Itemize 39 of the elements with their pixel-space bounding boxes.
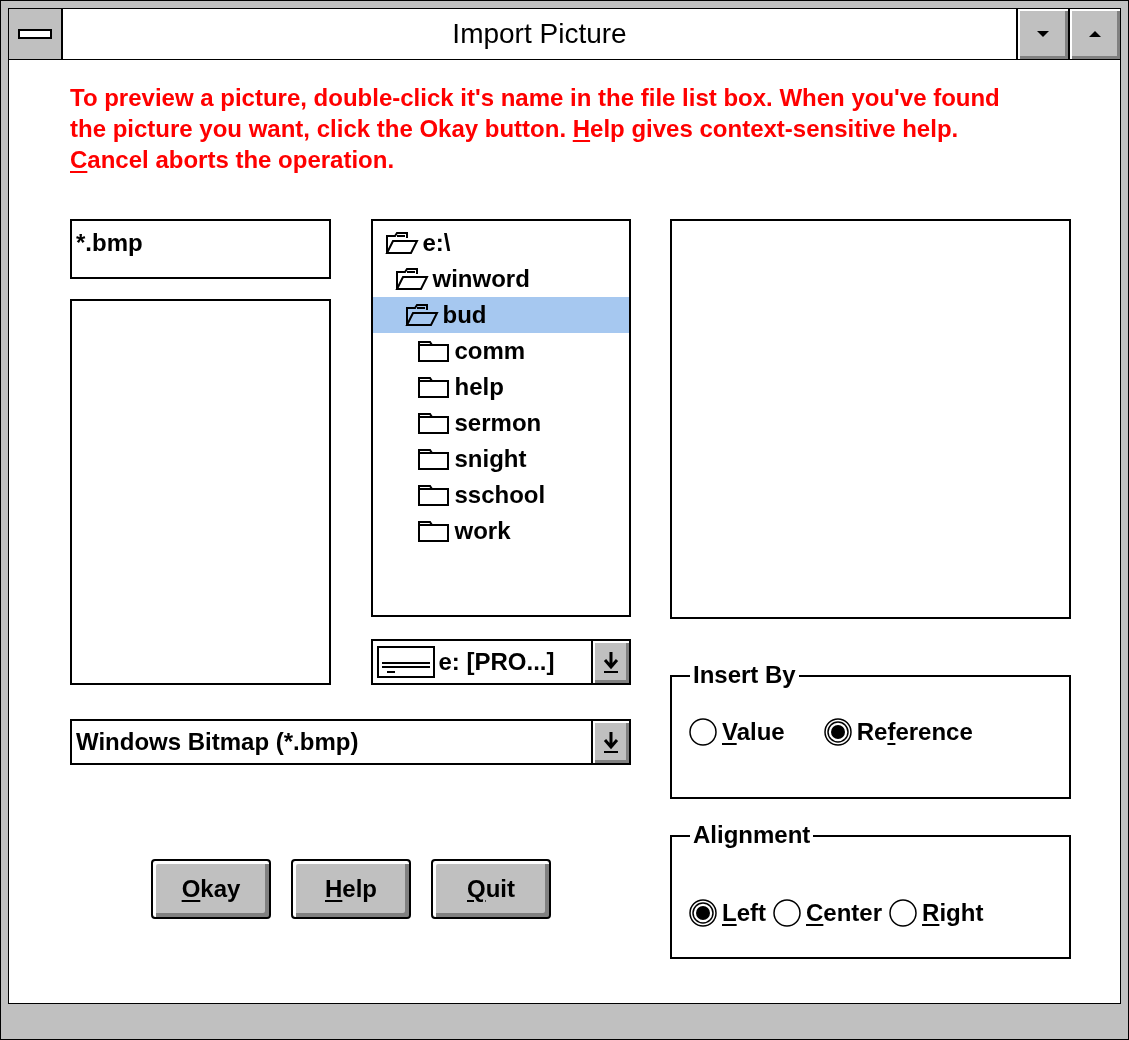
- instructions-text: To preview a picture, double-click it's name in the file list box. When you've found the picture you want, click the Okay button. Help gives context-sensitive help. Cancel aborts the operation.: [70, 83, 1001, 175]
- directory-item[interactable]: work: [372, 513, 629, 549]
- directory-item[interactable]: sschool: [372, 477, 629, 513]
- dropdown-button[interactable]: [591, 721, 629, 763]
- up-triangle-icon: [1087, 29, 1103, 39]
- radio-label: Reference: [856, 718, 973, 746]
- dropdown-button[interactable]: [591, 641, 629, 683]
- dialog-button[interactable]: Quit: [431, 859, 551, 919]
- directory-item[interactable]: bud: [372, 297, 629, 333]
- dialog-button[interactable]: Help: [291, 859, 411, 919]
- file-type-select[interactable]: Windows Bitmap (*.bmp): [70, 719, 631, 765]
- down-arrow-icon: [601, 649, 621, 675]
- down-arrow-icon: [601, 729, 621, 755]
- drive-select[interactable]: e: [PRO...]: [370, 639, 631, 685]
- down-triangle-icon: [1035, 29, 1051, 39]
- maximize-button[interactable]: [1068, 9, 1120, 59]
- radio-button[interactable]: [822, 717, 853, 747]
- dialog-button[interactable]: Okay: [151, 859, 271, 919]
- radio-label: Value: [722, 718, 785, 746]
- radio-button[interactable]: [688, 898, 718, 928]
- file-list[interactable]: [70, 299, 331, 685]
- directory-item[interactable]: e:\: [372, 225, 629, 261]
- directory-item[interactable]: snight: [372, 441, 629, 477]
- radio-button[interactable]: [772, 898, 802, 928]
- directory-item[interactable]: comm: [372, 333, 629, 369]
- directory-item[interactable]: help: [372, 369, 629, 405]
- radio-button[interactable]: [888, 898, 919, 928]
- radio-label: Center: [806, 899, 883, 927]
- window-title: Import Picture: [451, 17, 628, 51]
- directory-list[interactable]: e:\ winword bud comm help sermon snight sschool work: [370, 219, 631, 617]
- radio-label: Right: [922, 899, 984, 927]
- radio-button[interactable]: [688, 717, 718, 747]
- system-menu-button[interactable]: [9, 9, 63, 59]
- directory-item[interactable]: winword: [372, 261, 629, 297]
- filename-field[interactable]: *.bmp: [70, 219, 331, 279]
- radio-label: Left: [722, 899, 766, 927]
- minimize-button[interactable]: [1016, 9, 1068, 59]
- directory-item[interactable]: sermon: [372, 405, 629, 441]
- drive-icon: [376, 646, 435, 678]
